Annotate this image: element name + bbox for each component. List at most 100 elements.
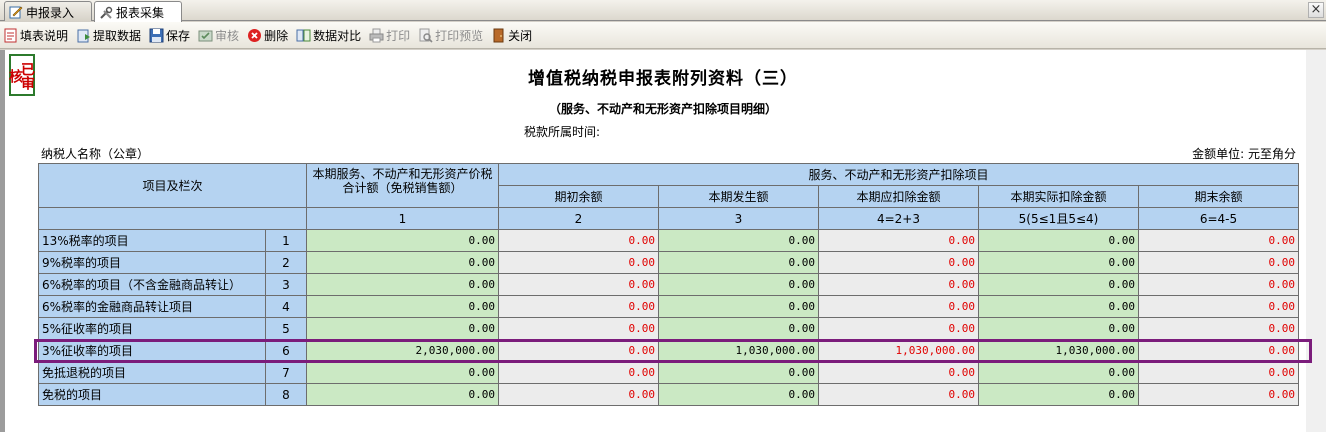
table-row: 6%税率的金融商品转让项目 4 0.00 0.00 0.00 0.00 0.00 0.00 (38, 295, 1299, 318)
amount-cell[interactable]: 0.00 (306, 317, 499, 340)
amount-cell[interactable]: 0.00 (658, 229, 819, 252)
amount-cell: 0.00 (818, 317, 979, 340)
extract-data-icon (76, 28, 91, 43)
amount-cell[interactable]: 0.00 (306, 251, 499, 274)
amount-cell[interactable]: 0.00 (658, 273, 819, 296)
column-code: 6=4-5 (1138, 207, 1299, 230)
tab-label: 申报录入 (26, 5, 75, 20)
amount-cell: 0.00 (498, 361, 659, 384)
close-tab-button[interactable]: × (1308, 2, 1324, 18)
amount-cell: 0.00 (1138, 295, 1299, 318)
row-number: 5 (265, 317, 307, 340)
page-title: 增值税纳税申报表附列资料（三） (528, 69, 798, 89)
amount-cell: 0.00 (818, 383, 979, 406)
amount-cell: 0.00 (498, 295, 659, 318)
edit-form-icon (9, 5, 23, 19)
delete-button[interactable]: 删除 (247, 27, 288, 44)
row-label: 6%税率的金融商品转让项目 (38, 295, 266, 318)
tab-label: 报表采集 (116, 6, 165, 20)
print-icon (369, 28, 384, 43)
table-row: 9%税率的项目 2 0.00 0.00 0.00 0.00 0.00 0.00 (38, 251, 1299, 274)
row-number: 4 (265, 295, 307, 318)
header-total: 本期服务、不动产和无形资产价税合计额（免税销售额） (306, 163, 499, 208)
table-row: 免抵退税的项目 7 0.00 0.00 0.00 0.00 0.00 0.00 (38, 361, 1299, 384)
row-label: 5%征收率的项目 (38, 317, 266, 340)
amount-cell[interactable]: 0.00 (306, 273, 499, 296)
row-number: 2 (265, 251, 307, 274)
amount-cell: 0.00 (498, 229, 659, 252)
delete-icon (247, 28, 262, 43)
amount-cell[interactable]: 0.00 (978, 361, 1139, 384)
amount-cell: 0.00 (1138, 361, 1299, 384)
amount-cell[interactable]: 0.00 (978, 251, 1139, 274)
amount-cell[interactable]: 0.00 (658, 361, 819, 384)
tab-declaration-entry[interactable]: 申报录入 (4, 1, 92, 21)
audit-button[interactable]: 审核 (198, 27, 239, 44)
amount-cell[interactable]: 0.00 (978, 273, 1139, 296)
extract-data-button[interactable]: 提取数据 (76, 27, 141, 44)
amount-cell: 0.00 (498, 251, 659, 274)
amount-cell[interactable]: 0.00 (306, 229, 499, 252)
amount-cell[interactable]: 2,030,000.00 (306, 339, 499, 362)
amount-cell[interactable]: 0.00 (658, 251, 819, 274)
amount-cell: 0.00 (818, 273, 979, 296)
column-code: 5(5≤1且5≤4) (978, 207, 1139, 230)
amount-cell[interactable]: 0.00 (306, 383, 499, 406)
amount-cell: 0.00 (1138, 229, 1299, 252)
amount-cell[interactable]: 0.00 (658, 317, 819, 340)
print-preview-icon (418, 28, 433, 43)
column-code: 1 (306, 207, 499, 230)
toolbar: 填表说明 提取数据 保存 审核 删除 数据对比 打印 打印预览 关闭 (0, 22, 1326, 49)
close-button[interactable]: 关闭 (491, 27, 532, 44)
fill-instructions-button[interactable]: 填表说明 (3, 27, 68, 44)
column-code: 2 (498, 207, 659, 230)
header-col: 期末余额 (1138, 185, 1299, 208)
header-col: 本期应扣除金额 (818, 185, 979, 208)
table-row: 3%征收率的项目 6 2,030,000.00 0.00 1,030,000.00 1,0… (38, 339, 1299, 362)
table-row: 13%税率的项目 1 0.00 0.00 0.00 0.00 0.00 0.00 (38, 229, 1299, 252)
header-col: 本期发生额 (658, 185, 819, 208)
row-number: 7 (265, 361, 307, 384)
table-row: 免税的项目 8 0.00 0.00 0.00 0.00 0.00 0.00 (38, 383, 1299, 406)
amount-cell[interactable]: 0.00 (658, 383, 819, 406)
amount-cell[interactable]: 0.00 (978, 295, 1139, 318)
amount-cell[interactable]: 0.00 (978, 383, 1139, 406)
amount-cell: 0.00 (498, 339, 659, 362)
amount-unit-label: 金额单位: 元至角分 (1192, 147, 1296, 161)
save-button[interactable]: 保存 (149, 27, 190, 44)
header-code-blank (38, 207, 307, 230)
amount-cell: 0.00 (818, 251, 979, 274)
amount-cell[interactable]: 0.00 (978, 229, 1139, 252)
row-label: 免抵退税的项目 (38, 361, 266, 384)
amount-cell[interactable]: 0.00 (658, 295, 819, 318)
row-number: 6 (265, 339, 307, 362)
print-preview-button[interactable]: 打印预览 (418, 27, 483, 44)
print-button[interactable]: 打印 (369, 27, 410, 44)
amount-cell[interactable]: 1,030,000.00 (978, 339, 1139, 362)
amount-cell: 0.00 (1138, 273, 1299, 296)
save-icon (149, 28, 164, 43)
row-number: 1 (265, 229, 307, 252)
amount-cell: 0.00 (818, 229, 979, 252)
amount-cell[interactable]: 0.00 (978, 317, 1139, 340)
row-number: 8 (265, 383, 307, 406)
row-number: 3 (265, 273, 307, 296)
page-subtitle: （服务、不动产和无形资产扣除项目明细） (548, 102, 777, 116)
tools-icon (99, 6, 113, 20)
amount-cell[interactable]: 0.00 (306, 361, 499, 384)
close-door-icon (491, 28, 506, 43)
tab-report-collection[interactable]: 报表采集 (94, 1, 182, 22)
amount-cell[interactable]: 1,030,000.00 (658, 339, 819, 362)
amount-cell: 0.00 (1138, 339, 1299, 362)
row-label: 6%税率的项目（不含金融商品转让） (38, 273, 266, 296)
column-code: 4=2+3 (818, 207, 979, 230)
amount-cell: 0.00 (1138, 383, 1299, 406)
amount-cell: 0.00 (818, 295, 979, 318)
row-label: 3%征收率的项目 (38, 339, 266, 362)
amount-cell: 0.00 (498, 317, 659, 340)
deduction-table: 项目及栏次 本期服务、不动产和无形资产价税合计额（免税销售额） 服务、不动产和无… (38, 163, 1299, 406)
data-compare-button[interactable]: 数据对比 (296, 27, 361, 44)
amount-cell[interactable]: 0.00 (306, 295, 499, 318)
tab-bar: 申报录入 报表采集 × (0, 0, 1326, 22)
amount-cell: 0.00 (1138, 317, 1299, 340)
